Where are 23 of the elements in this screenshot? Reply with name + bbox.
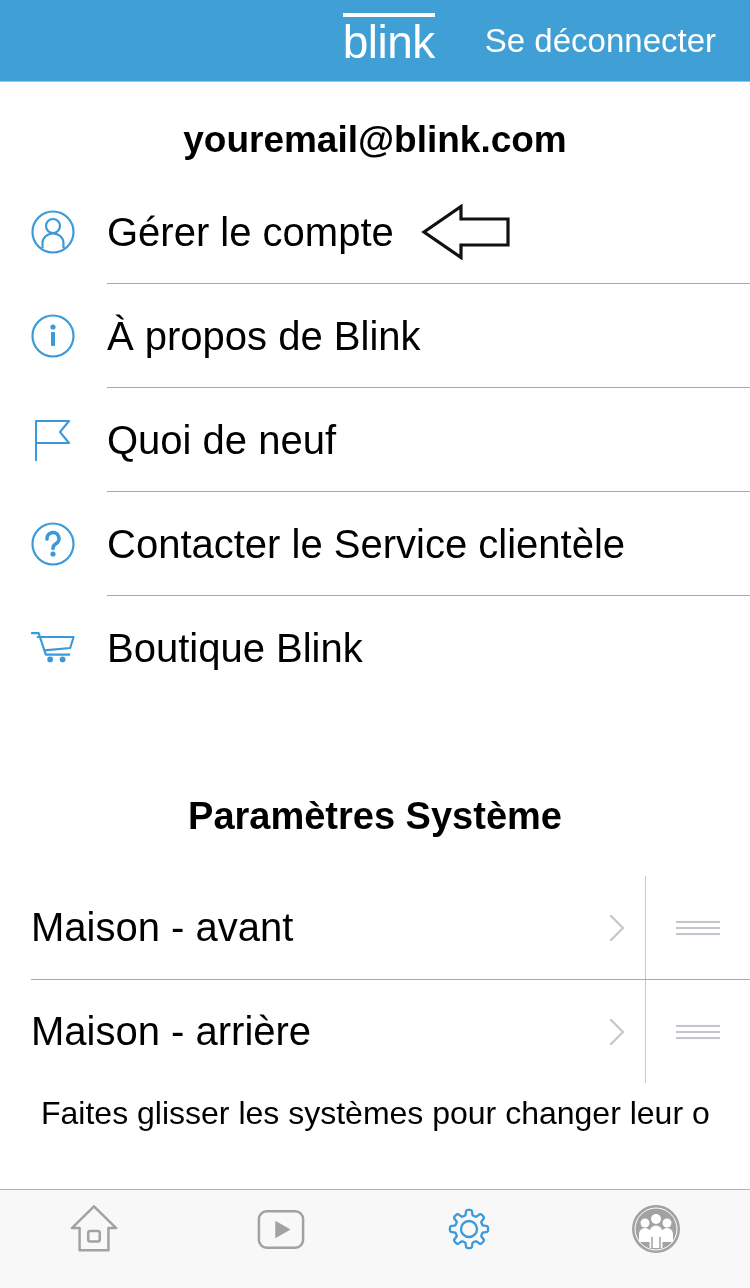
system-row[interactable]: Maison - avant	[31, 876, 645, 979]
account-email: youremail@blink.com	[183, 118, 567, 162]
system-row[interactable]: Maison - arrière	[31, 980, 645, 1083]
cart-icon	[31, 631, 75, 664]
menu-item[interactable]: Boutique Blink	[0, 596, 363, 699]
hint-text: Faites glisser les systèmes pour changer leur o	[41, 1095, 710, 1131]
menu-item[interactable]: À propos de Blink	[0, 284, 421, 387]
info-icon	[31, 313, 75, 358]
menu-item[interactable]: Contacter le Service clientèle	[0, 492, 626, 595]
play-icon	[257, 1208, 306, 1250]
menu-item[interactable]: Gérer le compte	[0, 180, 394, 283]
home-icon	[68, 1204, 119, 1254]
help-icon	[31, 521, 75, 566]
section-title: Paramètres Système	[188, 794, 562, 839]
logo: blink	[342, 12, 435, 65]
user-icon	[31, 209, 75, 254]
chevron-icon	[609, 913, 625, 942]
chevron-icon	[609, 1017, 625, 1046]
drag-handle-icon[interactable]	[676, 919, 720, 936]
people-icon	[631, 1204, 682, 1254]
settings-icon	[447, 1208, 490, 1250]
drag-handle-icon[interactable]	[676, 1023, 720, 1040]
menu-item[interactable]: Quoi de neuf	[0, 388, 337, 491]
